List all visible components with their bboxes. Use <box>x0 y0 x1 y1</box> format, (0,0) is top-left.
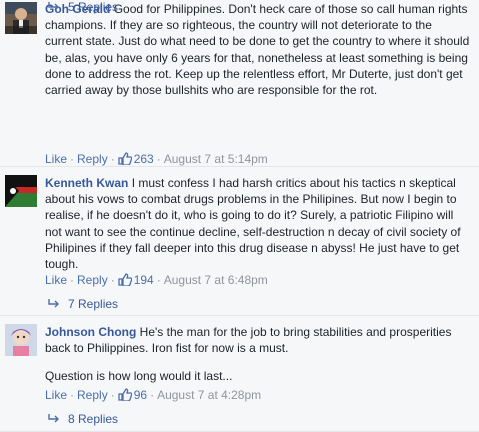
thumbs-up-icon <box>118 273 133 289</box>
like-count[interactable]: 263 <box>118 152 154 166</box>
comment-timestamp[interactable]: August 7 at 5:14pm <box>164 152 268 166</box>
view-replies-link[interactable]: 7 Replies <box>48 297 118 312</box>
comment-timestamp[interactable]: August 7 at 6:48pm <box>164 273 268 287</box>
like-link[interactable]: Like <box>45 388 67 402</box>
comment-3: Johnson Chong He's the man for the job t… <box>0 316 479 432</box>
comment-actions: Like · Reply · 96 · August 7 at 4:28pm <box>45 388 262 402</box>
comment-text: Good for Philippines. Don't heck care of… <box>45 2 470 98</box>
comment-1: Goh Gerald Good for Philippines. Don't h… <box>0 0 479 167</box>
view-replies-link[interactable]: 5 Replies <box>48 0 118 15</box>
comment-body: Kenneth Kwan I must confess I had harsh … <box>45 175 470 272</box>
avatar[interactable] <box>5 2 37 34</box>
avatar[interactable] <box>5 175 37 207</box>
reply-link[interactable]: Reply <box>77 388 108 402</box>
comment-author[interactable]: Kenneth Kwan <box>45 176 128 190</box>
comment-actions: Like · Reply · 263 · August 7 at 5:14pm <box>45 152 268 166</box>
comment-actions: Like · Reply · 194 · August 7 at 6:48pm <box>45 273 268 287</box>
reply-link[interactable]: Reply <box>77 152 108 166</box>
like-count[interactable]: 96 <box>118 388 147 402</box>
comment-timestamp[interactable]: August 7 at 4:28pm <box>157 388 261 402</box>
reply-arrow-icon <box>48 413 60 427</box>
comment-author[interactable]: Johnson Chong <box>45 325 136 339</box>
comment-2: Kenneth Kwan I must confess I had harsh … <box>0 167 479 316</box>
thumbs-up-icon <box>118 388 133 404</box>
like-link[interactable]: Like <box>45 273 67 287</box>
view-replies-link[interactable]: 8 Replies <box>48 412 118 427</box>
avatar[interactable] <box>5 324 37 356</box>
reply-link[interactable]: Reply <box>77 273 108 287</box>
like-link[interactable]: Like <box>45 152 67 166</box>
comment-body: Johnson Chong He's the man for the job t… <box>45 324 470 385</box>
thumbs-up-icon <box>118 152 133 168</box>
comment-text: I must confess I had harsh critics about… <box>45 176 461 272</box>
reply-arrow-icon <box>48 298 60 312</box>
comment-text-paragraph: Question is how long would it last... <box>45 369 233 384</box>
like-count[interactable]: 194 <box>118 273 154 287</box>
reply-arrow-icon <box>48 1 60 15</box>
comment-body: Goh Gerald Good for Philippines. Don't h… <box>45 1 470 98</box>
